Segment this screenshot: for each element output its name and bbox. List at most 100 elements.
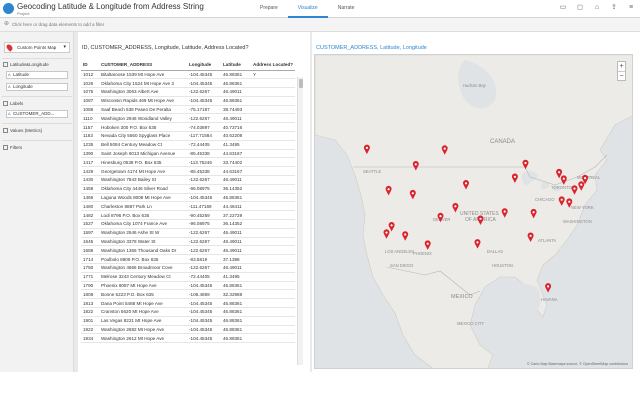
cell-address: Saint Joseph 6013 Michigan Avenue <box>99 149 187 159</box>
cell-id: 1466 <box>81 193 99 203</box>
column-header-longitude[interactable]: Longitude <box>187 59 221 71</box>
visualization-type-select[interactable]: Custom Points Map ▾ <box>4 42 70 53</box>
map-attribution: © Carto Map Basemaps source, © OpenStree… <box>527 362 628 366</box>
table-row[interactable]: 1087 Wisconsin Rapids 469 Mt Hope Ave -104… <box>81 96 296 106</box>
longitude-pill[interactable]: A Longitude <box>6 83 68 91</box>
table-row[interactable]: 1075 Washington 3063 Albert Ave -122.6267 4… <box>81 87 296 97</box>
table-row[interactable]: 1417 Hinesburg 0538 P.O. Box 635 -113.7524… <box>81 157 296 168</box>
cell-id: 1087 <box>81 96 99 106</box>
tab-narrate[interactable]: Narrate <box>328 0 365 18</box>
map-pin-dot <box>503 210 506 213</box>
map-pin-dot <box>584 177 587 180</box>
monitor-icon[interactable]: ▭ <box>558 3 568 13</box>
column-header-latitude[interactable]: Latitude <box>221 59 251 71</box>
cell-longitude: -122.6267 <box>187 113 221 124</box>
cell-address: Oklahoma City 1074 France Ave <box>99 219 187 229</box>
cell-latitude: 37.1398 <box>221 254 251 265</box>
table-row[interactable]: 1466 Laguna Woods 8008 Mt Hope Ave -104.45… <box>81 193 296 203</box>
filter-icon <box>3 145 8 151</box>
home-icon[interactable]: ⌂ <box>592 3 602 13</box>
tab-visualize[interactable]: Visualize <box>287 0 328 18</box>
table-row[interactable]: 1430 Washington 7843 Bailey St -122.6267 46… <box>81 175 296 185</box>
table-row[interactable]: 1813 Dana Point 5488 Mt Hope Ave -104.4534… <box>81 298 296 309</box>
cell-latitude: 37.22729 <box>221 210 251 221</box>
table-row[interactable]: 1688 Washington 1365 Thousand Oaks Dr -122… <box>81 245 296 256</box>
table-row[interactable]: 1808 Bonne 5223 P.O. Box 635 -108.4869 32.3… <box>81 289 296 300</box>
section-filters[interactable]: Filters <box>3 145 22 151</box>
latitude-pill[interactable]: A Latitude <box>6 71 68 79</box>
table-row[interactable]: 1934 Washington 2612 Mt Hope Ave -104.4534… <box>81 333 296 344</box>
table-row[interactable]: 1901 Las Vegas 8221 Mt Hope Ave -104.45345… <box>81 316 296 326</box>
cell-address: Georgetown 4174 Mt Hope Ave <box>99 166 187 177</box>
map-pin-dot <box>454 205 457 208</box>
table-row[interactable]: 1482 Lodi 8796 P.O. Box 635 -90.45259 37.22… <box>81 210 296 221</box>
cell-longitude: -85.45338 <box>187 166 221 177</box>
divider <box>2 140 72 141</box>
customer-address-pill[interactable]: A CUSTOMER_ADD... <box>6 110 68 118</box>
table-row[interactable]: 1771 Melrose 3243 Century Meadow Ct -72.44… <box>81 272 296 282</box>
table-row[interactable]: 1645 Washington 3378 Water St -122.6267 46.… <box>81 237 296 247</box>
table-row[interactable]: 1110 Washington 2946 Woodland Valley -122.… <box>81 113 296 124</box>
table-row[interactable]: 1458 Oklahoma City 4446 Silver Road -96.08… <box>81 184 296 194</box>
cell-longitude: -108.4869 <box>187 289 221 300</box>
cell-address: Washington 3063 Albert Ave <box>99 87 187 97</box>
table-row[interactable]: 1714 Poulbolo 8906 P.O. Box 635 -83.5819 37… <box>81 254 296 265</box>
share-icon[interactable]: ⇪ <box>609 3 619 13</box>
cell-address-located <box>251 263 296 273</box>
table-scrollbar[interactable] <box>297 77 303 365</box>
table-row[interactable]: 1235 Bell 5084 Century Meadow Ct -72.44405… <box>81 140 296 150</box>
table-row[interactable]: 1480 Charleston 8887 Park Ln -111.47169 44.… <box>81 201 296 212</box>
map-pin-dot <box>365 146 368 149</box>
cell-id: 1934 <box>81 333 99 344</box>
cell-id: 1088 <box>81 105 99 115</box>
table-row[interactable]: 1790 Phoenix 8087 Mt Hope Ave -104.45345 46… <box>81 281 296 291</box>
table-row[interactable]: 1390 Saint Joseph 6013 Michigan Avenue -85… <box>81 149 296 159</box>
label-canada: CANADA <box>490 139 515 145</box>
map-canvas[interactable]: CANADA UNITED STATES OF AMERICA MEXICO N… <box>314 54 633 369</box>
table-row[interactable]: 1088 Saaf Beach 538 Paseo De Peralta -75.1… <box>81 105 296 115</box>
table-row[interactable]: 1157 Hoboken 300 P.O. Box 635 -74.03897 40.… <box>81 122 296 133</box>
column-header-address-located[interactable]: Address Located? <box>251 59 296 71</box>
column-header-address[interactable]: CUSTOMER_ADDRESS <box>99 59 187 71</box>
cell-address-located <box>251 219 296 229</box>
label-houston: HOUSTON <box>492 263 513 268</box>
menu-icon[interactable]: ≡ <box>626 3 636 13</box>
cell-latitude: 40.62208 <box>221 131 251 141</box>
table-row[interactable]: 1527 Oklahoma City 1074 France Ave -96.089… <box>81 219 296 229</box>
table-row[interactable]: 1429 Georgetown 4174 Mt Hope Ave -85.45338… <box>81 166 296 177</box>
map-pin-icon <box>5 43 14 52</box>
map-visualization: CUSTOMER_ADDRESS, Latitude, Longitude CA… <box>312 32 638 372</box>
cell-address-located <box>251 245 296 256</box>
zoom-in-button[interactable]: + <box>618 62 625 71</box>
table-row[interactable]: 1012 Bitaltaroose 1539 Mt Hope Ave -104.45… <box>81 70 296 80</box>
cell-latitude: 46.88361 <box>221 325 251 335</box>
label-seattle: SEATTLE <box>363 169 382 174</box>
map-svg[interactable]: CANADA UNITED STATES OF AMERICA MEXICO N… <box>315 55 633 369</box>
table-row[interactable]: 1597 Washington 2546 Ashe St W -122.6267 46… <box>81 228 296 238</box>
cell-id: 1390 <box>81 149 99 159</box>
zoom-out-button[interactable]: − <box>618 71 625 80</box>
table-header-row: ID CUSTOMER_ADDRESS Longitude Latitude A… <box>81 59 296 71</box>
cell-address: Nevada City 5560 Spyglass Place <box>99 131 187 141</box>
table-row[interactable]: 1750 Washington 4666 Broadmoor Cove -122.6… <box>81 263 296 273</box>
section-values-label: Values (Metrics) <box>10 128 43 133</box>
table-row[interactable]: 1163 Nevada City 5560 Spyglass Place -117.… <box>81 131 296 141</box>
cell-address-located <box>251 254 296 265</box>
chat-icon[interactable]: ◻ <box>575 3 585 13</box>
scrollbar-thumb[interactable] <box>299 79 303 88</box>
cell-longitude: -104.45345 <box>187 193 221 203</box>
table-row[interactable]: 1922 Washington 2682 Mt Hope Ave -104.4534… <box>81 325 296 335</box>
cell-address: Saaf Beach 538 Paseo De Peralta <box>99 105 187 115</box>
cell-address: Washington 2946 Woodland Valley <box>99 113 187 124</box>
column-header-id[interactable]: ID <box>81 59 99 71</box>
attribute-icon: A <box>8 111 11 116</box>
map-pin-dot <box>532 211 535 214</box>
project-title[interactable]: Geocoding Latitude & Longitude from Addr… <box>17 2 204 11</box>
zoom-control: + − <box>617 61 626 81</box>
divider <box>2 96 72 97</box>
table-row[interactable]: 1026 Oklahoma City 1524 Mt Hope Ave 3 -104… <box>81 78 296 89</box>
filter-bar[interactable]: ⊕ Click here or drag data elements to ad… <box>0 18 640 32</box>
table-row[interactable]: 1822 Cranston 5620 Mt Hope Ave -104.45345 4… <box>81 307 296 317</box>
tab-prepare[interactable]: Prepare <box>250 0 288 18</box>
cell-address-located <box>251 166 296 177</box>
